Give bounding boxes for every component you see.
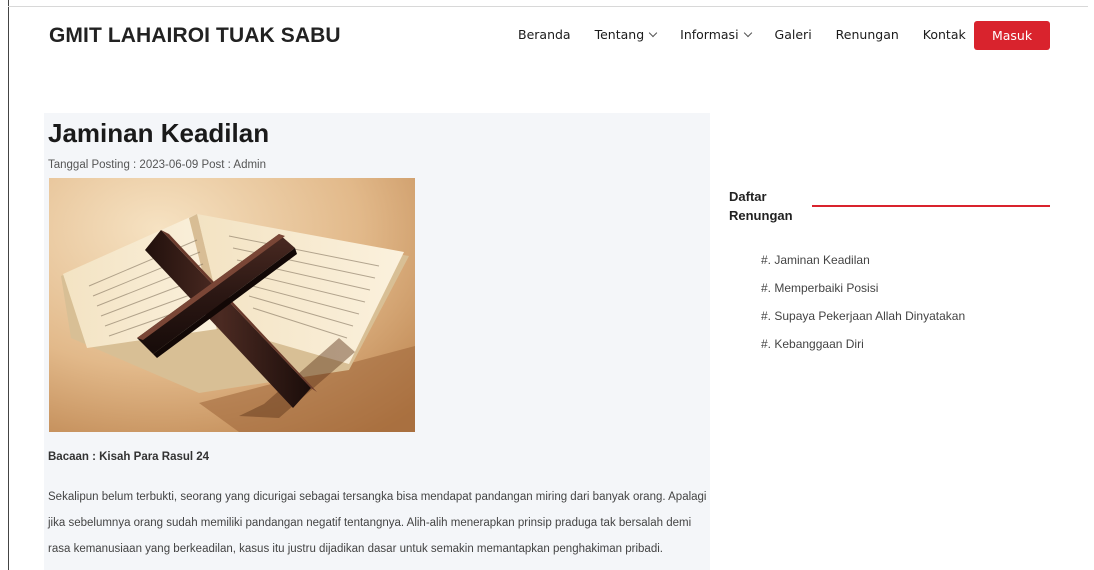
sidebar-divider	[812, 205, 1050, 207]
nav-item-renungan[interactable]: Renungan	[836, 27, 899, 42]
window-left-border	[8, 0, 9, 570]
nav-label: Beranda	[518, 27, 571, 42]
sidebar-item-kebanggaan-diri[interactable]: #. Kebanggaan Diri	[761, 335, 965, 363]
chevron-down-icon	[648, 28, 658, 37]
article-meta: Tanggal Posting : 2023-06-09 Post : Admi…	[48, 159, 267, 171]
sidebar-list: #. Jaminan Keadilan #. Memperbaiki Posis…	[761, 251, 965, 363]
sidebar-item-supaya-pekerjaan[interactable]: #. Supaya Pekerjaan Allah Dinyatakan	[761, 307, 965, 335]
window-top-border	[8, 6, 1088, 7]
nav-label: Renungan	[835, 27, 899, 42]
article-image-cross-bible	[49, 178, 415, 432]
sidebar-item-jaminan-keadilan[interactable]: #. Jaminan Keadilan	[761, 251, 965, 279]
nav-label: Kontak	[922, 27, 966, 42]
sidebar-title: Daftar Renungan	[729, 189, 793, 223]
nav-label: Tentang	[594, 27, 645, 42]
cross-bible-image	[49, 178, 415, 432]
nav-label: Informasi	[680, 27, 739, 42]
nav-item-beranda[interactable]: Beranda	[518, 27, 571, 42]
article-title: Jaminan Keadilan	[48, 118, 270, 148]
nav-label: Galeri	[774, 27, 812, 42]
chevron-down-icon	[743, 28, 752, 37]
nav-item-informasi[interactable]: Informasi	[680, 27, 752, 42]
nav-item-galeri[interactable]: Galeri	[775, 27, 812, 42]
nav-item-tentang[interactable]: Tentang	[594, 27, 658, 42]
login-button[interactable]: Masuk	[974, 21, 1050, 50]
article-reading: Bacaan : Kisah Para Rasul 24	[48, 451, 210, 463]
article-body: Sekalipun belum terbukti, seorang yang d…	[48, 491, 707, 555]
sidebar-item-memperbaiki-posisi[interactable]: #. Memperbaiki Posisi	[761, 279, 965, 307]
main-nav: Beranda Tentang Informasi Galeri Renunga…	[518, 27, 990, 42]
nav-item-kontak[interactable]: Kontak	[923, 27, 966, 42]
site-brand[interactable]: GMIT LAHAIROI TUAK SABU	[49, 24, 341, 48]
